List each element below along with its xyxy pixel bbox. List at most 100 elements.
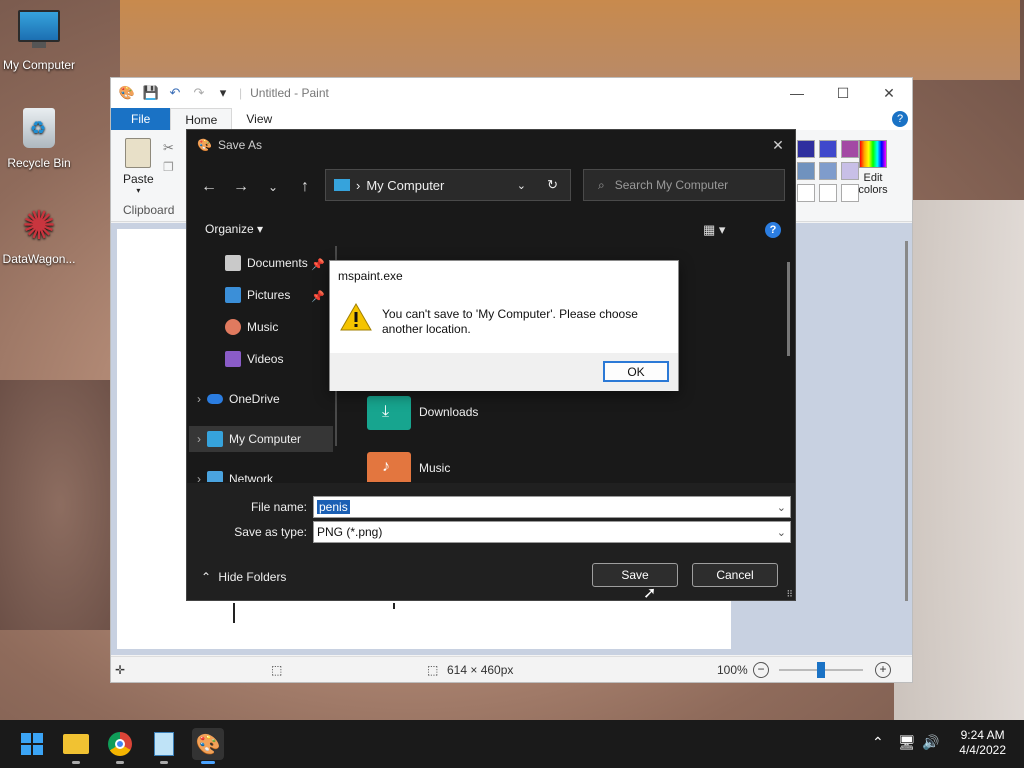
zoom-slider-thumb[interactable] (817, 662, 825, 678)
document-icon (225, 255, 241, 271)
recent-locations-icon[interactable]: ⌄ (257, 171, 289, 203)
color-palette (797, 140, 859, 202)
volume-icon[interactable]: 🔊 (922, 734, 939, 751)
edit-colors-button[interactable]: Edit colors (853, 140, 893, 196)
nav-item-videos[interactable]: Videos (225, 346, 335, 372)
close-button[interactable]: ✕ (866, 78, 912, 108)
file-name-input[interactable]: penis ⌄ (313, 496, 791, 518)
tab-file[interactable]: File (111, 108, 171, 130)
warning-icon (340, 303, 372, 331)
minimize-button[interactable]: — (774, 78, 820, 108)
save-type-select[interactable]: PNG (*.png) ⌄ (313, 521, 791, 543)
cloud-icon (207, 394, 223, 404)
zoom-out-button[interactable]: − (753, 661, 769, 678)
color-swatch[interactable] (819, 184, 837, 202)
show-hidden-icons-chevron-icon[interactable]: ⌃ (872, 734, 884, 751)
resize-grip-icon[interactable]: ⠿ (786, 589, 793, 600)
file-label: Music (419, 461, 451, 475)
chevron-down-icon[interactable]: ⌄ (777, 501, 786, 514)
color-swatch[interactable] (797, 162, 815, 180)
notepad-button[interactable] (148, 728, 180, 764)
redo-icon[interactable]: ↷ (191, 85, 207, 101)
navigation-bar: ← → ⌄ ↑ › My Computer ⌄ ↻ ⌕ Search My Co… (187, 168, 797, 206)
network-status-icon[interactable]: 🖥 (898, 734, 916, 751)
color-swatch[interactable] (819, 140, 837, 158)
color-swatch[interactable] (819, 162, 837, 180)
recycle-bin-icon: ♻ (17, 108, 61, 152)
nav-item-my-computer[interactable]: › My Computer (189, 426, 333, 452)
tab-home[interactable]: Home (170, 108, 233, 130)
color-swatch[interactable] (797, 140, 815, 158)
up-arrow-icon[interactable]: ↑ (289, 171, 321, 203)
forward-arrow-icon[interactable]: → (225, 171, 257, 203)
nav-item-music[interactable]: Music (225, 314, 335, 340)
desktop-icon-datawagon[interactable]: ✺ DataWagon... (0, 204, 78, 266)
save-icon[interactable]: 💾 (143, 85, 159, 101)
copy-icon[interactable]: ❐ (163, 160, 174, 174)
music-icon (225, 319, 241, 335)
zoom-level: 100% (717, 662, 748, 677)
hide-folders-button[interactable]: ⌃ Hide Folders (201, 570, 286, 584)
save-button[interactable]: Save (592, 563, 678, 587)
network-icon (207, 471, 223, 482)
organize-menu[interactable]: Organize ▾ (205, 222, 263, 236)
back-arrow-icon[interactable]: ← (193, 171, 225, 203)
paint-icon: 🎨 (195, 733, 221, 756)
chrome-icon (108, 732, 132, 756)
search-box[interactable]: ⌕ Search My Computer (583, 169, 785, 201)
address-bar[interactable]: › My Computer ⌄ ↻ (325, 169, 571, 201)
desktop-icon-label: My Computer (2, 58, 76, 72)
pin-icon: 📌 (311, 291, 325, 303)
canvas-size: 614 × 460px (447, 662, 514, 677)
start-button[interactable] (16, 728, 48, 760)
file-name-value: penis (317, 500, 350, 514)
canvas-size-icon: ⬚ (427, 662, 439, 677)
notepad-icon (154, 732, 174, 756)
downloads-folder-icon: ⤓ (367, 396, 411, 430)
folder-icon (63, 734, 89, 754)
music-folder-icon: ♪ (367, 452, 411, 482)
cancel-button[interactable]: Cancel (692, 563, 778, 587)
tab-view[interactable]: View (232, 108, 286, 130)
zoom-in-button[interactable]: + (875, 661, 891, 678)
chevron-up-icon: ⌃ (201, 570, 212, 584)
desktop-icon-my-computer[interactable]: My Computer (0, 10, 78, 72)
desktop-icon-recycle-bin[interactable]: ♻ Recycle Bin (0, 108, 78, 170)
message-box-text: You can't save to 'My Computer'. Please … (382, 307, 638, 336)
file-explorer-button[interactable] (60, 728, 92, 764)
color-swatch[interactable] (797, 184, 815, 202)
ribbon-tabs: File Home View ? (111, 108, 912, 130)
address-location: My Computer (366, 177, 445, 193)
expand-chevron-icon[interactable]: › (197, 472, 201, 482)
paint-app-icon: 🎨 (197, 138, 212, 152)
file-list-scrollbar[interactable] (787, 262, 790, 356)
undo-icon[interactable]: ↶ (167, 85, 183, 101)
customize-quick-access-icon[interactable]: ▾ (215, 85, 231, 101)
paste-button[interactable]: Paste ▾ (123, 138, 154, 195)
nav-item-onedrive[interactable]: › OneDrive (197, 386, 335, 412)
chrome-button[interactable] (104, 728, 136, 764)
videos-icon (225, 351, 241, 367)
address-history-chevron-icon[interactable]: ⌄ (517, 179, 526, 192)
clock[interactable]: 9:24 AM 4/4/2022 (959, 728, 1006, 758)
pictures-icon (225, 287, 241, 303)
dialog-close-button[interactable]: ✕ (767, 134, 789, 156)
vertical-scrollbar[interactable] (905, 241, 908, 601)
save-as-title: Save As (217, 138, 262, 152)
change-view-icon[interactable]: ▦ ▾ (703, 222, 725, 238)
chevron-down-icon[interactable]: ⌄ (777, 526, 786, 539)
paint-taskbar-button[interactable]: 🎨 (192, 728, 224, 764)
refresh-icon[interactable]: ↻ (547, 177, 558, 193)
cut-icon[interactable]: ✂ (163, 140, 174, 156)
paint-window-title: Untitled - Paint (250, 86, 329, 100)
message-box-footer: OK (330, 353, 678, 391)
ok-button[interactable]: OK (603, 361, 669, 382)
help-icon[interactable]: ? (765, 222, 781, 238)
paint-help-icon[interactable]: ? (892, 111, 908, 127)
maximize-button[interactable]: ☐ (820, 78, 866, 108)
nav-item-network[interactable]: › Network (197, 466, 335, 482)
computer-icon (334, 179, 350, 191)
datawagon-icon: ✺ (22, 204, 56, 248)
expand-chevron-icon[interactable]: › (197, 392, 201, 406)
expand-chevron-icon[interactable]: › (197, 432, 201, 446)
